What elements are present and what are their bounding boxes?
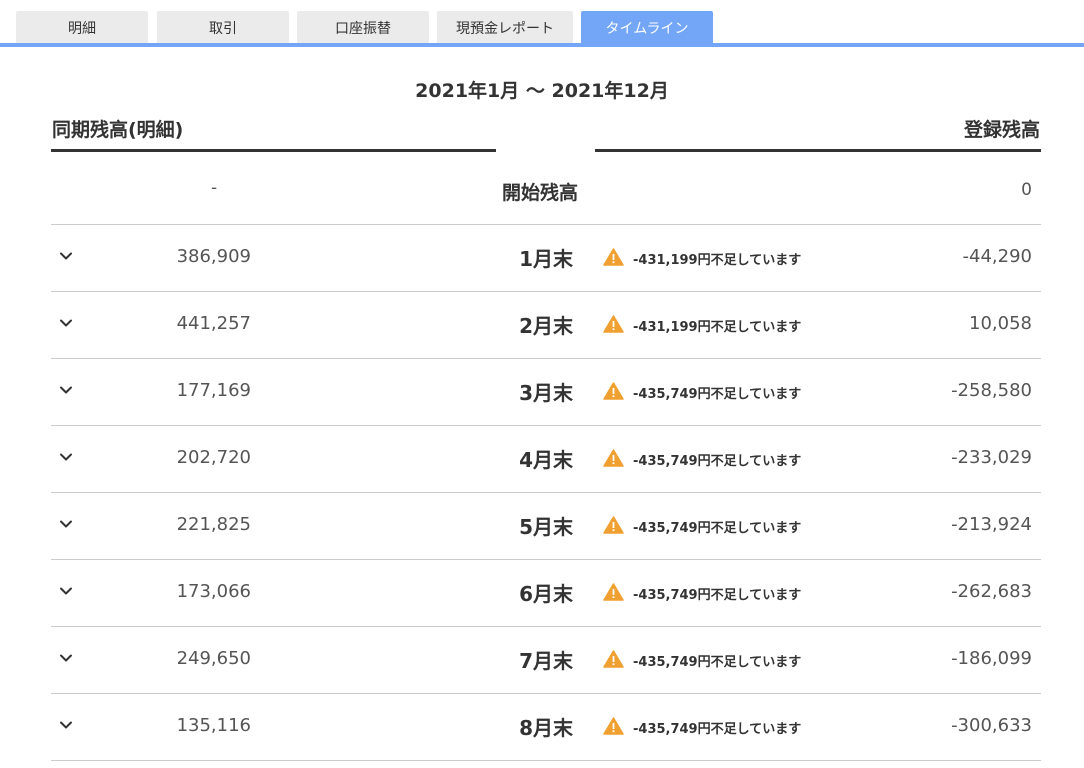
warning-icon (603, 315, 624, 333)
month-label: 8月末 (519, 716, 573, 740)
registered-balance: -233,029 (951, 447, 1032, 468)
shortage-warning: -435,749円不足しています (633, 454, 802, 469)
registered-balance: -186,099 (951, 648, 1032, 669)
registered-balance: -213,924 (951, 514, 1032, 535)
chevron-down-icon[interactable] (59, 651, 73, 665)
shortage-warning: -435,749円不足しています (633, 521, 802, 536)
timeline-row: 386,909 1月末 -431,199円不足しています -44,290 (51, 225, 1041, 292)
warning-icon (603, 583, 624, 601)
chevron-down-icon[interactable] (59, 316, 73, 330)
tab-underline (0, 43, 1084, 47)
registered-balance: -44,290 (962, 246, 1032, 267)
timeline-row: 202,720 4月末 -435,749円不足しています -233,029 (51, 426, 1041, 493)
month-label: 3月末 (519, 381, 573, 405)
start-ledger-value: - (211, 178, 218, 198)
timeline-rows: 386,909 1月末 -431,199円不足しています -44,290 441… (51, 225, 1041, 761)
header-registered-balance: 登録残高 (963, 119, 1040, 141)
timeline-row: 135,116 8月末 -435,749円不足しています -300,633 (51, 694, 1041, 761)
chevron-down-icon[interactable] (59, 584, 73, 598)
tab-cash-report[interactable]: 現預金レポート (437, 11, 573, 44)
warning-icon (603, 650, 624, 668)
warning-icon (603, 516, 624, 534)
month-label: 1月末 (519, 247, 573, 271)
ledger-balance: 177,169 (176, 380, 251, 401)
start-registered-value: 0 (1021, 180, 1032, 200)
tab-timeline[interactable]: タイムライン (581, 11, 713, 44)
registered-balance: -300,633 (951, 715, 1032, 736)
timeline-row: 177,169 3月末 -435,749円不足しています -258,580 (51, 359, 1041, 426)
timeline-row: 249,650 7月末 -435,749円不足しています -186,099 (51, 627, 1041, 694)
tab-bar: 明細 取引 口座振替 現預金レポート タイムライン (0, 0, 1084, 48)
tab-torihiki[interactable]: 取引 (157, 11, 289, 44)
month-label: 2月末 (519, 314, 573, 338)
chevron-down-icon[interactable] (59, 450, 73, 464)
tab-meisai[interactable]: 明細 (16, 11, 148, 44)
shortage-warning: -435,749円不足しています (633, 722, 802, 737)
ledger-balance: 135,116 (176, 715, 251, 736)
shortage-warning: -435,749円不足しています (633, 655, 802, 670)
ledger-balance: 386,909 (176, 246, 251, 267)
timeline-row: 221,825 5月末 -435,749円不足しています -213,924 (51, 493, 1041, 560)
chevron-down-icon[interactable] (59, 718, 73, 732)
ledger-balance: 441,257 (176, 313, 251, 334)
month-label: 4月末 (519, 448, 573, 472)
chevron-down-icon[interactable] (59, 517, 73, 531)
month-label: 7月末 (519, 649, 573, 673)
shortage-warning: -435,749円不足しています (633, 387, 802, 402)
registered-balance: -262,683 (951, 581, 1032, 602)
chevron-down-icon[interactable] (59, 249, 73, 263)
warning-icon (603, 248, 624, 266)
warning-icon (603, 717, 624, 735)
start-balance-row: - 開始残高 0 (51, 152, 1041, 225)
shortage-warning: -435,749円不足しています (633, 588, 802, 603)
registered-balance: 10,058 (969, 313, 1032, 334)
ledger-balance: 221,825 (176, 514, 251, 535)
start-balance-label: 開始残高 (502, 182, 579, 204)
registered-balance: -258,580 (951, 380, 1032, 401)
warning-icon (603, 449, 624, 467)
ledger-balance: 249,650 (176, 648, 251, 669)
tab-koza-furikae[interactable]: 口座振替 (297, 11, 429, 44)
shortage-warning: -431,199円不足しています (633, 253, 802, 268)
chevron-down-icon[interactable] (59, 383, 73, 397)
warning-icon (603, 382, 624, 400)
header-ledger-balance: 同期残高(明細) (52, 119, 184, 141)
shortage-warning: -431,199円不足しています (633, 320, 802, 335)
month-label: 6月末 (519, 582, 573, 606)
timeline-row: 441,257 2月末 -431,199円不足しています 10,058 (51, 292, 1041, 359)
ledger-balance: 202,720 (176, 447, 251, 468)
period-title: 2021年1月 〜 2021年12月 (415, 80, 669, 102)
timeline-row: 173,066 6月末 -435,749円不足しています -262,683 (51, 560, 1041, 627)
ledger-balance: 173,066 (176, 581, 251, 602)
month-label: 5月末 (519, 515, 573, 539)
